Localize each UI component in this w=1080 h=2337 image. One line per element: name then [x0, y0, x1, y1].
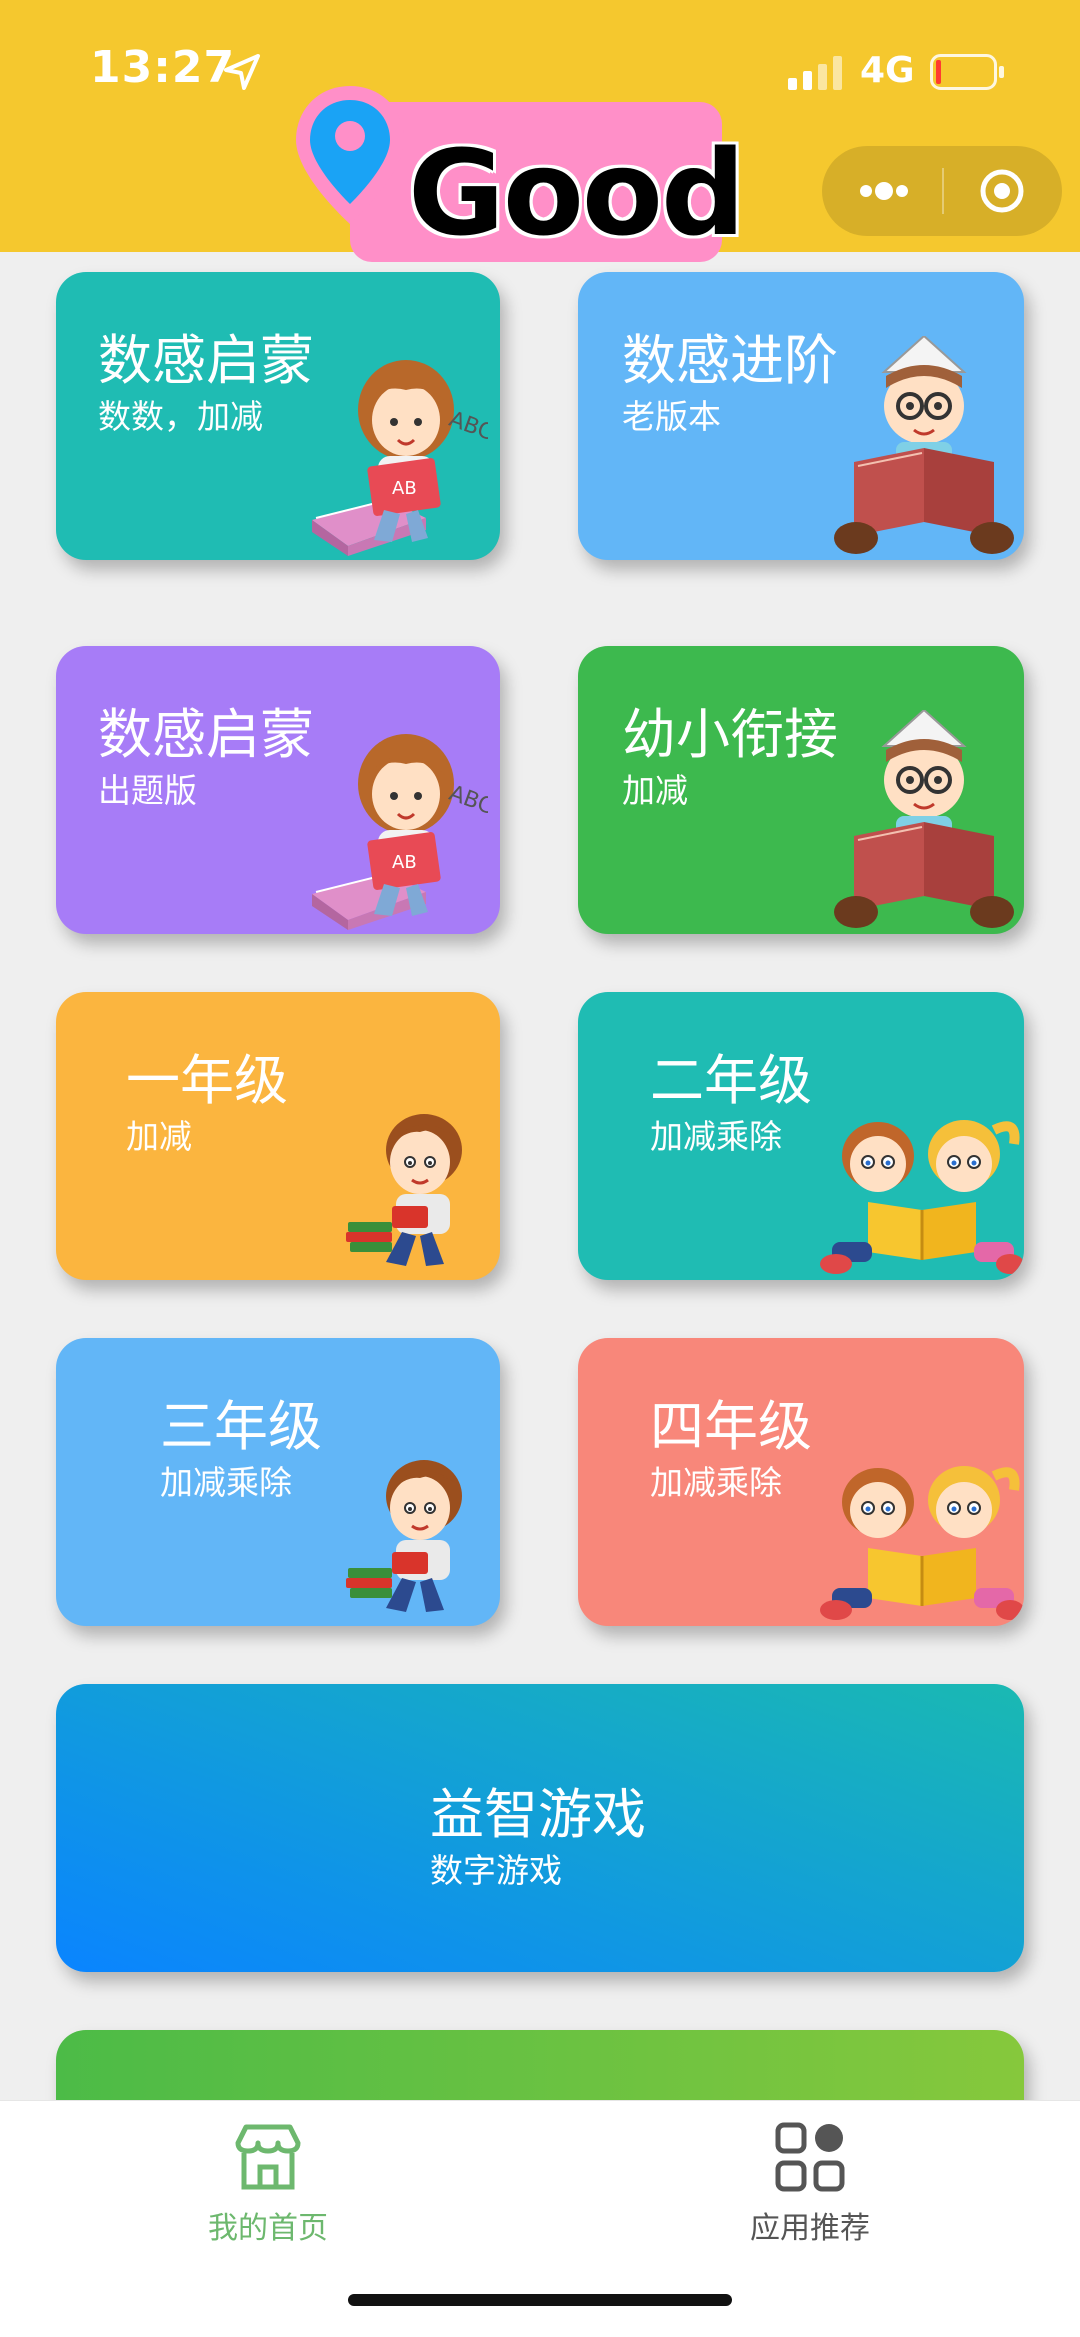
top-header: 13:27 4G Good — [0, 0, 1080, 262]
card-subtitle: 老版本 — [622, 397, 721, 436]
more-dots-icon[interactable] — [852, 168, 916, 214]
apps-grid-icon — [775, 2122, 845, 2192]
card-puzzle-games[interactable]: 益智游戏 数字游戏 — [56, 1684, 1024, 1972]
card-title: 数感启蒙 — [98, 329, 314, 392]
map-pin-icon — [296, 86, 404, 224]
svg-text:ABC: ABC — [446, 781, 488, 820]
card-title: 一年级 — [126, 1049, 288, 1112]
boy-with-books-icon — [346, 1114, 462, 1266]
svg-text:AB: AB — [392, 852, 417, 873]
card-subtitle: 加减乘除 — [650, 1117, 782, 1156]
card-grade-4[interactable]: 四年级 加减乘除 — [578, 1338, 1024, 1626]
tab-app-recommend[interactable]: 应用推荐 — [660, 2119, 960, 2246]
card-subtitle: 加减 — [126, 1117, 192, 1156]
card-grade-2[interactable]: 二年级 加减乘除 — [578, 992, 1024, 1280]
two-kids-reading-icon — [820, 1466, 1024, 1620]
logo-text: Good — [408, 124, 745, 262]
tab-home[interactable]: 我的首页 — [118, 2119, 418, 2246]
two-kids-reading-icon — [820, 1120, 1024, 1274]
app-logo: Good — [290, 80, 745, 270]
network-type: 4G — [860, 50, 915, 91]
card-number-sense-advanced[interactable]: 数感进阶 老版本 — [578, 272, 1024, 560]
card-title: 幼小衔接 — [622, 703, 838, 766]
card-subtitle: 数数，加减 — [98, 397, 263, 436]
card-number-sense-quiz[interactable]: 数感启蒙 出题版 AB ABC — [56, 646, 500, 934]
svg-text:ABC: ABC — [446, 407, 488, 446]
signal-icon — [788, 56, 842, 90]
svg-text:AB: AB — [392, 478, 417, 499]
close-target-icon[interactable] — [972, 166, 1032, 216]
card-subtitle: 加减 — [622, 771, 688, 810]
battery-low-icon — [930, 54, 1004, 90]
card-title: 数感启蒙 — [98, 703, 314, 766]
card-title: 二年级 — [650, 1049, 812, 1112]
girl-reading-icon: AB ABC — [312, 734, 488, 930]
card-subtitle: 数字游戏 — [430, 1851, 562, 1890]
home-indicator — [348, 2294, 732, 2306]
mini-program-capsule — [822, 146, 1062, 236]
capsule-divider — [942, 168, 944, 214]
card-title: 三年级 — [160, 1395, 322, 1458]
card-number-sense-intro[interactable]: 数感启蒙 数数，加减 AB ABC — [56, 272, 500, 560]
card-subtitle: 加减乘除 — [650, 1463, 782, 1502]
card-preschool-bridge[interactable]: 幼小衔接 加减 — [578, 646, 1024, 934]
boy-reading-book-icon — [834, 336, 1014, 554]
card-grade-1[interactable]: 一年级 加减 — [56, 992, 500, 1280]
card-subtitle: 出题版 — [98, 771, 197, 810]
card-title: 益智游戏 — [430, 1783, 646, 1846]
tab-label: 应用推荐 — [750, 2211, 870, 2246]
home-store-icon — [235, 2124, 301, 2190]
boy-with-books-icon — [346, 1460, 462, 1612]
status-time: 13:27 — [90, 42, 236, 93]
card-title: 四年级 — [650, 1395, 812, 1458]
card-title: 数感进阶 — [622, 329, 838, 392]
girl-reading-icon: AB ABC — [312, 360, 488, 556]
tab-label: 我的首页 — [208, 2211, 328, 2246]
boy-reading-book-icon — [834, 710, 1014, 928]
location-arrow-icon — [224, 54, 260, 90]
card-subtitle: 加减乘除 — [160, 1463, 292, 1502]
card-grade-3[interactable]: 三年级 加减乘除 — [56, 1338, 500, 1626]
